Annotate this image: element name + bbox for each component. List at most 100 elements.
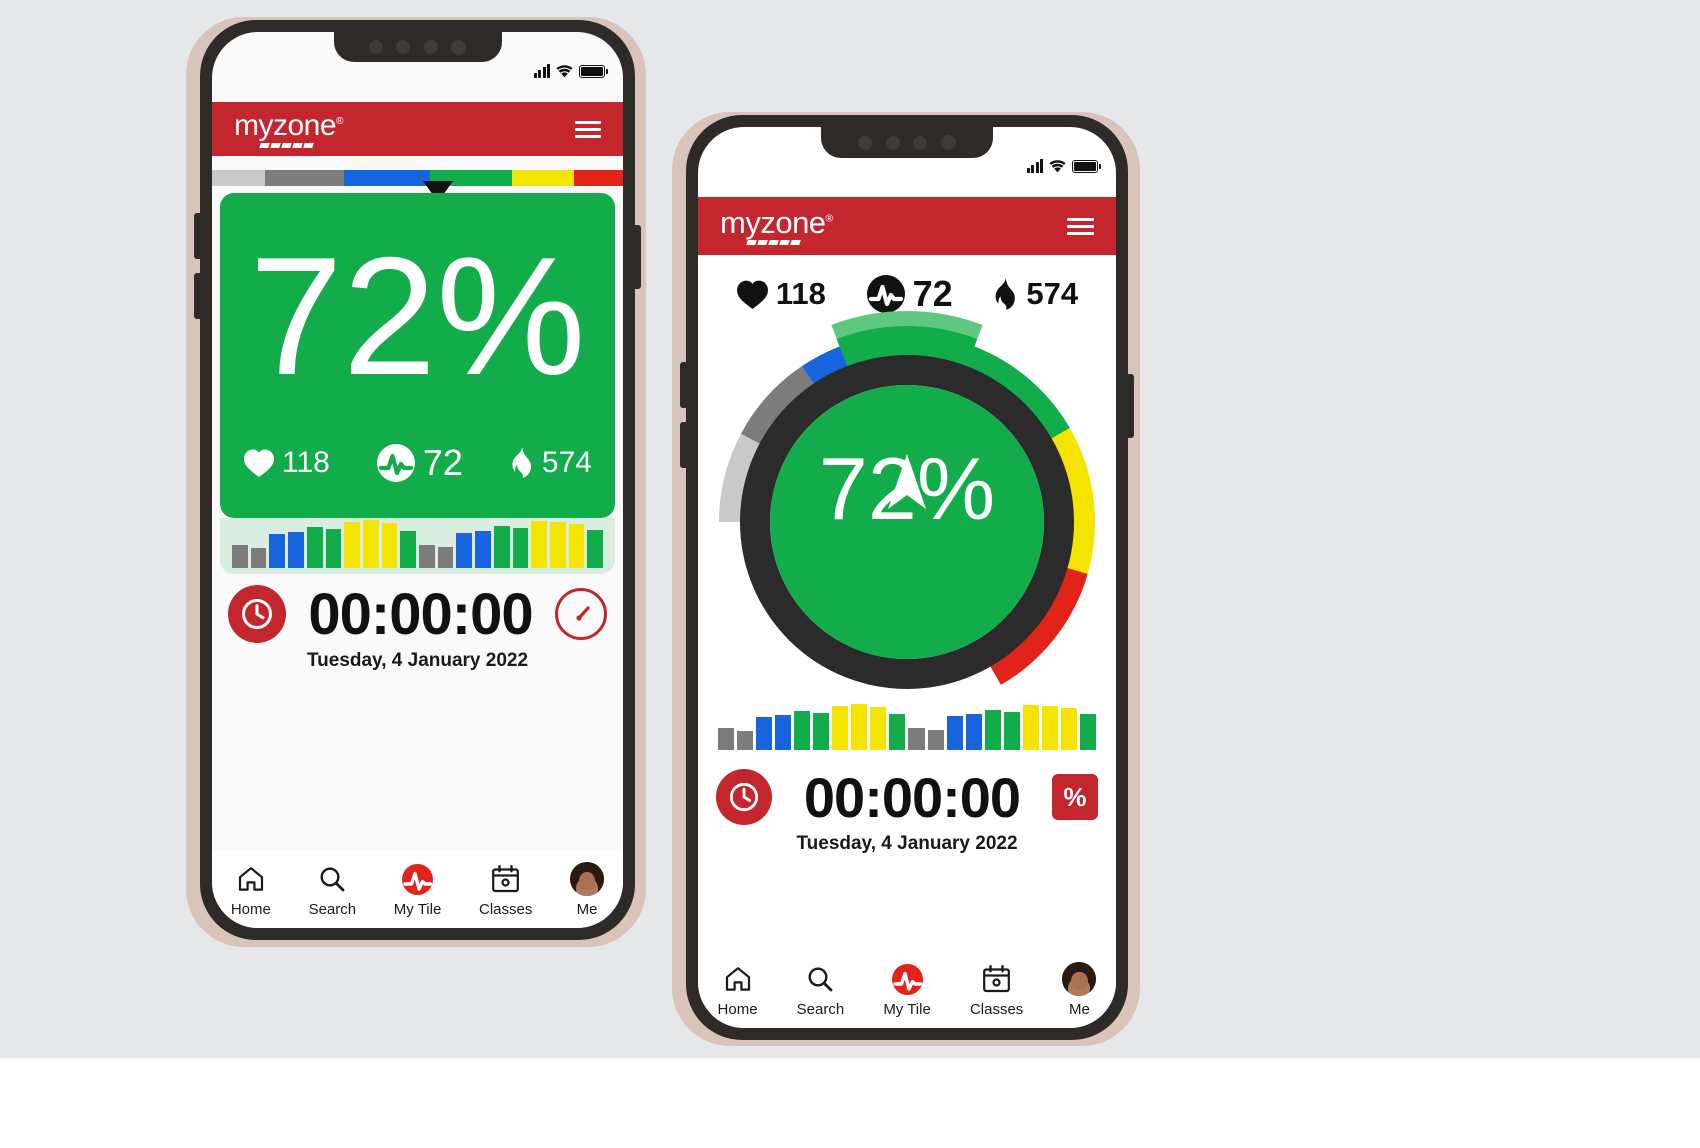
tab-home[interactable]: Home xyxy=(718,962,758,1018)
phone-screen-right: myzone® 118 72 574 72% 00:00:00 % Tuesda… xyxy=(698,127,1116,1028)
tab-label: Me xyxy=(576,901,598,918)
myzone-logo-text: myzone® xyxy=(234,108,344,142)
tab-classes[interactable]: Classes xyxy=(970,962,1023,1018)
myzone-logo-left: myzone® xyxy=(234,108,344,148)
timer-row-left: 00:00:00 xyxy=(228,582,607,647)
mep-bar xyxy=(493,526,510,568)
zone-strip-left[interactable] xyxy=(212,170,623,186)
mep-bar xyxy=(927,729,944,750)
power-button-right[interactable] xyxy=(1126,374,1134,438)
tab-label: Search xyxy=(796,1001,845,1018)
heart-icon xyxy=(736,279,769,310)
volume-up-button-right[interactable] xyxy=(680,362,688,408)
clock-icon[interactable] xyxy=(716,769,772,825)
search-icon xyxy=(317,862,347,896)
myzone-logo-text: myzone® xyxy=(720,205,833,240)
volume-down-button-left[interactable] xyxy=(194,273,202,319)
volume-down-button-right[interactable] xyxy=(680,422,688,468)
myzone-logo-right: myzone® xyxy=(720,207,833,245)
stat-calories-value: 574 xyxy=(1026,276,1079,311)
wifi-icon xyxy=(1049,160,1066,173)
mep-bar xyxy=(718,727,735,750)
tab-classes[interactable]: Classes xyxy=(479,862,532,918)
zone-gauge-right[interactable]: 72% xyxy=(708,311,1106,689)
hamburger-menu-icon[interactable] xyxy=(1067,217,1094,235)
my-tile-icon xyxy=(401,862,434,896)
mep-bar xyxy=(756,717,773,750)
mep-bar xyxy=(250,548,267,568)
percent-tile-left[interactable]: 72% 118 72 574 xyxy=(220,193,615,518)
tile-stats-row-left: 118 72 574 xyxy=(220,442,615,484)
workout-date-left: Tuesday, 4 January 2022 xyxy=(306,650,529,671)
mep-bar xyxy=(419,545,435,568)
mep-bar xyxy=(288,532,304,568)
stat-mep: 72 xyxy=(866,273,953,315)
mep-bar xyxy=(549,522,566,568)
phone-notch-right xyxy=(821,127,993,158)
myzone-logo-dashes xyxy=(259,142,343,148)
percent-toggle-button[interactable]: % xyxy=(1051,774,1098,820)
notch-camera-dot xyxy=(451,39,467,55)
mep-bar xyxy=(456,533,473,568)
stat-calories: 574 xyxy=(509,446,592,480)
mep-bar xyxy=(512,528,529,568)
mep-bar xyxy=(1041,705,1058,750)
bottom-nav-right: Home Search My Tile Classes Me xyxy=(698,950,1116,1028)
mep-bar xyxy=(794,710,811,750)
speedometer-icon[interactable] xyxy=(554,588,607,640)
notch-sensor-dot xyxy=(857,135,872,150)
mep-bar xyxy=(269,534,286,568)
mep-bar xyxy=(984,709,1001,750)
power-button-left[interactable] xyxy=(633,225,641,289)
background-floor-strip xyxy=(0,1058,1700,1148)
notch-sensor-dot xyxy=(396,40,411,54)
wifi-icon xyxy=(556,65,573,78)
stat-mep-value: 72 xyxy=(422,442,463,483)
mep-bar xyxy=(813,712,830,750)
phone-notch-left xyxy=(333,32,502,62)
app-header-left: myzone® xyxy=(212,102,623,156)
avatar-icon xyxy=(1062,962,1097,996)
stat-calories-value: 574 xyxy=(541,446,592,479)
tab-label: Search xyxy=(308,901,357,918)
tab-search[interactable]: Search xyxy=(796,962,845,1018)
tab-home[interactable]: Home xyxy=(231,862,271,918)
tab-my-tile[interactable]: My Tile xyxy=(883,962,931,1018)
heart-icon xyxy=(243,448,275,478)
clock-icon[interactable] xyxy=(228,585,286,643)
hamburger-menu-icon[interactable] xyxy=(575,120,601,138)
tab-my-tile[interactable]: My Tile xyxy=(394,862,441,918)
home-icon xyxy=(236,862,266,896)
phone-screen-left: myzone® 72% 118 72 574 00:00:00 Tuesday,… xyxy=(212,32,623,928)
gauge-percent-value: 72% xyxy=(818,439,996,538)
app-header-right: myzone® xyxy=(698,197,1116,255)
mep-bar xyxy=(400,531,417,568)
workout-timer-value: 00:00:00 xyxy=(308,581,533,647)
stat-heart-rate-value: 118 xyxy=(775,276,826,311)
volume-up-button-left[interactable] xyxy=(194,213,202,259)
tab-me[interactable]: Me xyxy=(570,862,605,918)
mep-bar-chart-left xyxy=(220,518,615,574)
stats-row-right: 118 72 574 xyxy=(698,272,1116,316)
zone-segment-yellow xyxy=(511,170,574,186)
tab-search[interactable]: Search xyxy=(308,862,357,918)
stat-mep: 72 xyxy=(376,442,463,484)
tab-label: Home xyxy=(717,1001,758,1018)
mep-bar xyxy=(475,531,491,568)
mep-bar xyxy=(870,706,887,750)
mep-bar xyxy=(965,714,982,750)
home-icon xyxy=(723,962,753,996)
tab-label: My Tile xyxy=(883,1001,931,1018)
mep-bar xyxy=(531,521,547,568)
screenshot-stage: myzone® 72% 118 72 574 00:00:00 Tuesday,… xyxy=(0,0,1700,1148)
tab-me[interactable]: Me xyxy=(1062,962,1097,1018)
stat-heart-rate-value: 118 xyxy=(282,446,330,479)
search-icon xyxy=(805,962,835,996)
tab-label: Home xyxy=(230,901,271,918)
workout-timer-value: 00:00:00 xyxy=(803,765,1021,829)
timer-row-right: 00:00:00 % xyxy=(716,765,1098,829)
mep-bar xyxy=(851,703,868,750)
battery-full-icon xyxy=(1072,160,1101,173)
notch-sensor-dot xyxy=(913,135,928,150)
mep-bar xyxy=(325,529,342,568)
